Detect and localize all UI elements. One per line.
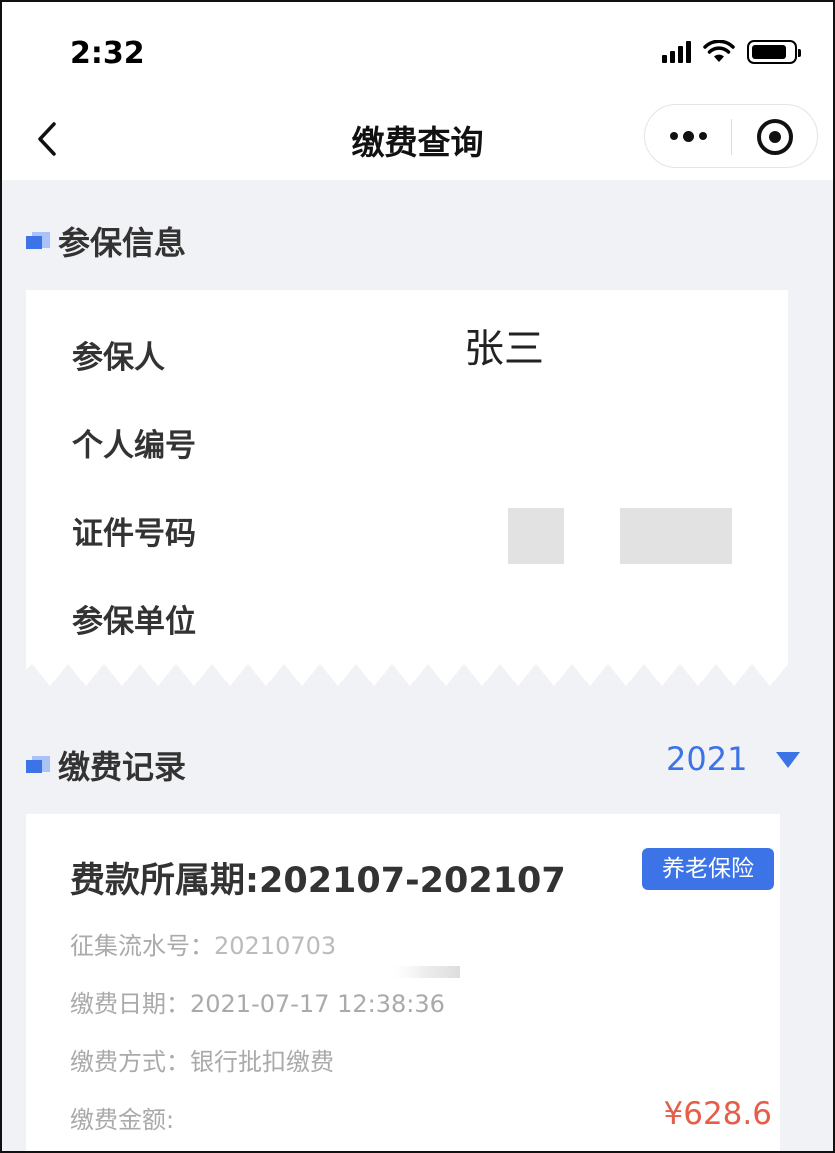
year-selector[interactable]: 2021 bbox=[666, 740, 747, 778]
record-period: 费款所属期:202107-202107 bbox=[70, 861, 566, 901]
serial-value: 20210703 bbox=[214, 932, 337, 960]
status-icons bbox=[662, 40, 801, 64]
insured-info-header: 参保信息 bbox=[26, 218, 186, 264]
status-bar: 2:32 bbox=[2, 2, 833, 102]
method-value: 银行批扣缴费 bbox=[190, 1048, 334, 1076]
record-method: 缴费方式：银行批扣缴费 bbox=[70, 1042, 334, 1077]
capsule-divider bbox=[731, 119, 732, 155]
section-title: 缴费记录 bbox=[58, 748, 187, 786]
wifi-icon bbox=[703, 40, 735, 62]
redacted-block bbox=[508, 508, 564, 564]
info-label-personal-number: 个人编号 bbox=[72, 428, 196, 464]
amount-value: ¥628.6 bbox=[663, 1096, 772, 1132]
redacted-block bbox=[620, 508, 732, 564]
navigation-bar: 缴费查询 bbox=[2, 102, 833, 180]
section-title: 参保信息 bbox=[58, 224, 187, 262]
serial-label: 征集流水号： bbox=[70, 932, 214, 960]
mini-program-capsule bbox=[644, 104, 818, 168]
cellular-signal-icon bbox=[662, 41, 691, 63]
status-time: 2:32 bbox=[70, 36, 145, 71]
method-label: 缴费方式： bbox=[70, 1048, 190, 1076]
insured-info-card: 参保人 张三 个人编号 证件号码 参保单位 bbox=[26, 290, 788, 662]
battery-icon bbox=[747, 40, 801, 64]
section-marker-icon bbox=[26, 232, 50, 250]
dot-icon bbox=[682, 130, 694, 142]
record-date: 缴费日期：2021-07-17 12:38:36 bbox=[70, 984, 445, 1019]
record-serial: 征集流水号：20210703 bbox=[70, 926, 336, 961]
info-label-id-number: 证件号码 bbox=[72, 516, 196, 552]
close-mini-program-button[interactable] bbox=[757, 119, 793, 155]
insurance-type-badge: 养老保险 bbox=[642, 848, 774, 890]
phone-screen: 2:32 缴费查询 参保信息 参保人 张三 个人编号 证件号码 参保单位 缴费记… bbox=[0, 0, 835, 1153]
amount-label: 缴费金额: bbox=[70, 1106, 175, 1134]
dot-icon bbox=[669, 132, 678, 140]
receipt-zigzag-edge bbox=[26, 660, 788, 686]
redaction-smudge bbox=[386, 966, 460, 978]
more-options-button[interactable] bbox=[645, 105, 731, 167]
section-marker-icon bbox=[26, 756, 50, 774]
payment-records-header: 缴费记录 bbox=[26, 742, 186, 788]
date-label: 缴费日期： bbox=[70, 990, 190, 1018]
info-value-insured-person: 张三 bbox=[464, 326, 544, 372]
info-label-insured-person: 参保人 bbox=[72, 340, 165, 376]
dot-icon bbox=[698, 132, 707, 140]
info-label-employer: 参保单位 bbox=[72, 604, 196, 640]
dropdown-triangle-icon[interactable] bbox=[776, 752, 800, 768]
date-value: 2021-07-17 12:38:36 bbox=[190, 990, 445, 1018]
